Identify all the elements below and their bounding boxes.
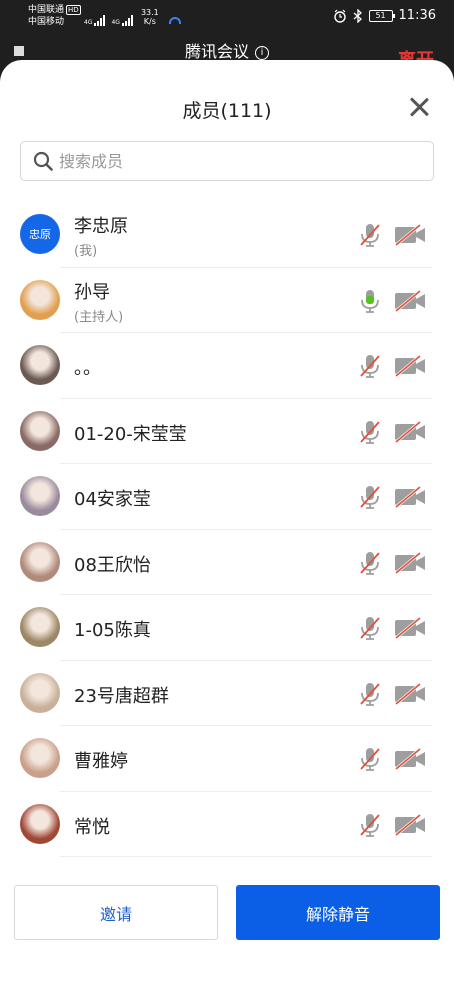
- net-speed-value: 33.1: [140, 8, 159, 17]
- meeting-title: 腾讯会议: [184, 42, 249, 61]
- battery-icon: 51: [368, 9, 395, 22]
- camera-off-icon[interactable]: [394, 682, 426, 705]
- bluetooth-icon: [353, 8, 362, 23]
- member-row[interactable]: 常悦: [0, 792, 454, 858]
- unmute-button[interactable]: 解除静音: [236, 885, 440, 940]
- member-name: 01-20-宋莹莹: [74, 423, 187, 445]
- avatar: [20, 279, 60, 320]
- net-speed: 33.1 K/s: [141, 8, 159, 26]
- mic-active-icon[interactable]: [358, 288, 382, 314]
- carrier-2: 中国移动: [28, 17, 65, 27]
- camera-off-icon[interactable]: [394, 354, 426, 378]
- member-name: 08王欣怡: [74, 554, 151, 576]
- member-row[interactable]: 04安家莹: [0, 464, 454, 530]
- mic-muted-icon[interactable]: [358, 353, 382, 379]
- avatar: [20, 803, 60, 844]
- search-icon: [33, 151, 53, 171]
- member-name: 李忠原: [74, 216, 128, 237]
- clock: 11:36: [398, 8, 436, 23]
- avatar: [20, 738, 60, 778]
- invite-button[interactable]: 邀请: [14, 885, 218, 940]
- hotspot-icon: [168, 17, 181, 24]
- avatar: 忠原: [20, 214, 60, 254]
- member-row[interactable]: 23号唐超群: [0, 661, 454, 727]
- member-role: (主持人): [74, 309, 124, 325]
- camera-off-icon[interactable]: [394, 551, 426, 574]
- members-sheet: 成员(111) 忠原李忠原 (我) 孙导 (主持人) 。。 01-20-宋莹莹 04安家莹 0…: [0, 60, 454, 983]
- mic-muted-icon[interactable]: [358, 681, 382, 707]
- camera-off-icon[interactable]: [394, 813, 426, 836]
- status-bar: 中国联通 HD 中国移动 4G 4G 33.1 K/s 51 11:36: [0, 0, 454, 32]
- member-name: 常悦: [74, 816, 110, 838]
- avatar: [20, 607, 60, 647]
- member-row[interactable]: 忠原 李忠原 (我): [0, 202, 454, 268]
- mic-muted-icon[interactable]: [358, 419, 382, 445]
- search-input[interactable]: [59, 148, 419, 174]
- camera-off-icon[interactable]: [394, 485, 426, 509]
- member-name: 23号唐超群: [74, 685, 169, 707]
- camera-off-icon[interactable]: [394, 223, 426, 247]
- alarm-icon: [333, 9, 346, 23]
- avatar: [20, 410, 60, 451]
- avatar: [20, 345, 60, 385]
- mic-muted-icon[interactable]: [358, 222, 382, 248]
- camera-off-icon[interactable]: [394, 616, 426, 640]
- close-icon[interactable]: [408, 96, 430, 118]
- hd-badge: HD: [66, 5, 81, 15]
- net-type-1: 4G: [84, 19, 93, 26]
- member-row[interactable]: 1-05陈真: [0, 595, 454, 661]
- battery-level: 51: [375, 10, 386, 20]
- signal-icon: [94, 14, 106, 26]
- avatar: [20, 541, 60, 582]
- member-row[interactable]: 08王欣怡: [0, 530, 454, 596]
- member-name: 04安家莹: [74, 489, 151, 510]
- member-row[interactable]: 曹雅婷: [0, 726, 454, 792]
- avatar: [20, 672, 60, 713]
- member-name: 孙导: [74, 281, 110, 303]
- member-row[interactable]: 孙导 (主持人): [0, 268, 454, 334]
- mic-muted-icon[interactable]: [358, 615, 382, 641]
- camera-off-icon[interactable]: [394, 289, 426, 312]
- member-name: 曹雅婷: [74, 751, 128, 772]
- camera-off-icon[interactable]: [394, 420, 426, 443]
- net-speed-unit: K/s: [143, 17, 156, 26]
- net-type-2: 4G: [111, 19, 120, 26]
- meeting-title-bar: 腾讯会议 i: [0, 38, 454, 62]
- carrier-info: 中国联通 HD 中国移动: [28, 4, 81, 28]
- signal-icon: [121, 14, 133, 26]
- sheet-title: 成员(111): [182, 100, 272, 122]
- member-list: 忠原 李忠原 (我) 孙导 (主持人) 。。 01-20-宋莹莹 04安家莹 08王欣怡 1-05…: [0, 202, 454, 857]
- member-name: 1-05陈真: [74, 620, 151, 641]
- info-icon[interactable]: i: [255, 46, 269, 60]
- mic-muted-icon[interactable]: [358, 550, 382, 576]
- mic-muted-icon[interactable]: [358, 812, 382, 838]
- status-right: 51 11:36: [333, 8, 436, 23]
- mic-muted-icon[interactable]: [358, 484, 382, 510]
- member-role: (我): [74, 244, 98, 259]
- member-row[interactable]: 01-20-宋莹莹: [0, 399, 454, 465]
- avatar: [20, 476, 60, 516]
- mic-muted-icon[interactable]: [358, 746, 382, 772]
- search-box: [20, 141, 434, 181]
- member-name: 。。: [74, 358, 101, 379]
- carrier-1: 中国联通: [28, 5, 65, 15]
- camera-off-icon[interactable]: [394, 747, 426, 771]
- signal-group: 4G 4G 33.1 K/s: [84, 8, 181, 26]
- member-row[interactable]: 。。: [0, 333, 454, 399]
